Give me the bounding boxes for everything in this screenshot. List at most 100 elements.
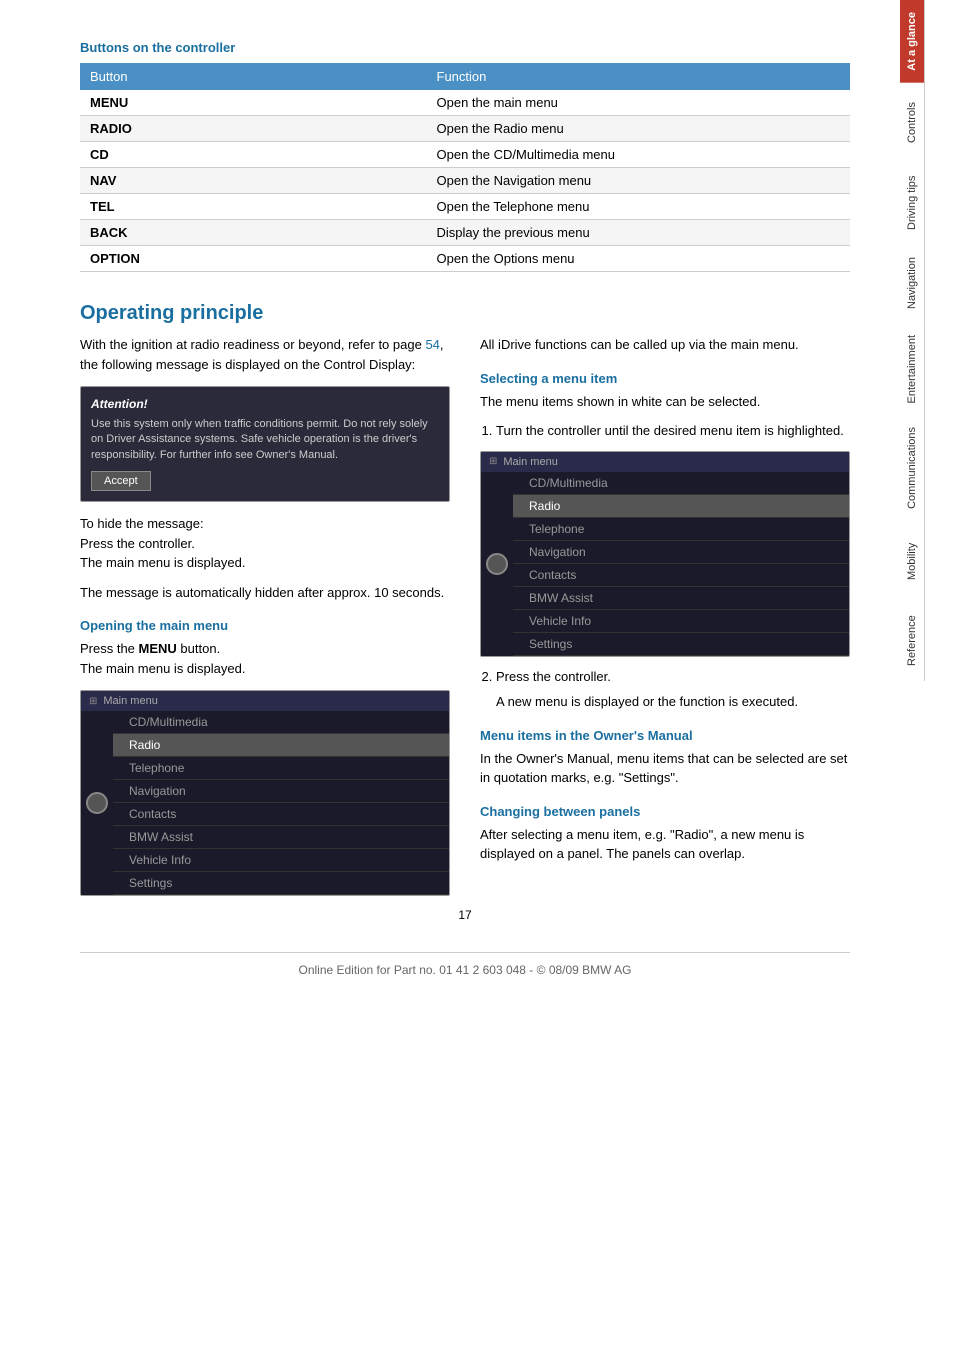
menu-knob-right — [486, 553, 508, 575]
operating-principle-section: Operating principle With the ignition at… — [80, 302, 850, 908]
table-row: BACKDisplay the previous menu — [80, 220, 850, 246]
sidebar-tab-driving-tips[interactable]: Driving tips — [900, 163, 925, 243]
accept-button: Accept — [91, 471, 151, 491]
button-cell: BACK — [80, 220, 427, 246]
table-row: RADIOOpen the Radio menu — [80, 116, 850, 142]
col2-header: Function — [427, 63, 851, 90]
button-cell: NAV — [80, 168, 427, 194]
selecting-steps: Turn the controller until the desired me… — [496, 421, 850, 441]
two-col-layout: With the ignition at radio readiness or … — [80, 335, 850, 908]
menu-item: Contacts — [113, 803, 449, 826]
attention-header: Attention! — [91, 397, 439, 411]
menu-item: Settings — [513, 633, 849, 656]
menu-item: Radio — [113, 734, 449, 757]
menu-bold: MENU — [139, 641, 177, 656]
function-cell: Open the Telephone menu — [427, 194, 851, 220]
attention-text: Use this system only when traffic condit… — [91, 417, 439, 463]
button-cell: OPTION — [80, 246, 427, 272]
sidebar-tab-communications[interactable]: Communications — [900, 415, 925, 521]
sidebar-tab-entertainment[interactable]: Entertainment — [900, 323, 925, 415]
menu-item: Settings — [113, 872, 449, 895]
all-functions-text: All iDrive functions can be called up vi… — [480, 335, 850, 355]
sidebar-tab-navigation[interactable]: Navigation — [900, 243, 925, 323]
hide-message-text: To hide the message:Press the controller… — [80, 514, 450, 573]
function-cell: Display the previous menu — [427, 220, 851, 246]
attention-screenshot: Attention! Use this system only when tra… — [80, 386, 450, 502]
button-cell: TEL — [80, 194, 427, 220]
step-1: Turn the controller until the desired me… — [496, 421, 850, 441]
menu-header: ⊞ Main menu — [81, 691, 449, 711]
sidebar-tab-controls[interactable]: Controls — [900, 83, 925, 163]
menu-icon: ⊞ — [89, 696, 97, 707]
selecting-menu-item-text: The menu items shown in white can be sel… — [480, 392, 850, 412]
buttons-table: Button Function MENUOpen the main menuRA… — [80, 63, 850, 272]
page-container: Buttons on the controller Button Functio… — [0, 0, 960, 1358]
intro-paragraph: With the ignition at radio readiness or … — [80, 335, 450, 374]
main-menu-screenshot-left: ⊞ Main menu CD/MultimediaRadioTelephoneN… — [80, 690, 450, 896]
page-footer: Online Edition for Part no. 01 41 2 603 … — [80, 952, 850, 977]
menu-displayed-text: The main menu is displayed. — [80, 661, 245, 676]
menu-item: Telephone — [113, 757, 449, 780]
menu-header-label: Main menu — [103, 695, 157, 707]
changing-panels-text: After selecting a menu item, e.g. "Radio… — [480, 825, 850, 864]
sidebar-tabs-container: At a glanceControlsDriving tipsNavigatio… — [900, 0, 960, 681]
menu-item: Telephone — [513, 518, 849, 541]
selecting-steps-2: Press the controller. — [496, 667, 850, 687]
menu-item: Vehicle Info — [113, 849, 449, 872]
menu-knob — [86, 792, 108, 814]
function-cell: Open the Navigation menu — [427, 168, 851, 194]
table-header-row: Button Function — [80, 63, 850, 90]
intro-text1: With the ignition at radio readiness or … — [80, 337, 425, 352]
menu-item: CD/Multimedia — [513, 472, 849, 495]
left-column: With the ignition at radio readiness or … — [80, 335, 450, 908]
col1-header: Button — [80, 63, 427, 90]
main-menu-screenshot-right: ⊞ Main menu CD/MultimediaRadioTelephoneN… — [480, 451, 850, 657]
menu-items-right: CD/MultimediaRadioTelephoneNavigationCon… — [513, 472, 849, 656]
menu-item: Contacts — [513, 564, 849, 587]
menu-item: Vehicle Info — [513, 610, 849, 633]
menu-items-left: CD/MultimediaRadioTelephoneNavigationCon… — [113, 711, 449, 895]
menu-layout-right: CD/MultimediaRadioTelephoneNavigationCon… — [481, 472, 849, 656]
page-number: 17 — [80, 908, 850, 922]
menu-items-owners-manual-title: Menu items in the Owner's Manual — [480, 728, 850, 743]
table-row: NAVOpen the Navigation menu — [80, 168, 850, 194]
sidebar-tab-mobility[interactable]: Mobility — [900, 521, 925, 601]
sidebar-tab-at-a-glance[interactable]: At a glance — [900, 0, 925, 83]
function-cell: Open the Options menu — [427, 246, 851, 272]
button-cell: CD — [80, 142, 427, 168]
sidebar-tab-reference[interactable]: Reference — [900, 601, 925, 681]
op-title: Operating principle — [80, 302, 850, 325]
menu-item: BMW Assist — [513, 587, 849, 610]
function-cell: Open the Radio menu — [427, 116, 851, 142]
table-row: TELOpen the Telephone menu — [80, 194, 850, 220]
button-cell: MENU — [80, 90, 427, 116]
main-content: Buttons on the controller Button Functio… — [0, 0, 900, 1358]
selecting-menu-item-title: Selecting a menu item — [480, 371, 850, 386]
step-2: Press the controller. — [496, 667, 850, 687]
auto-hide-text: The message is automatically hidden afte… — [80, 583, 450, 603]
right-sidebar: At a glanceControlsDriving tipsNavigatio… — [900, 0, 960, 1358]
menu-item: CD/Multimedia — [113, 711, 449, 734]
function-cell: Open the main menu — [427, 90, 851, 116]
menu-items-owners-manual-text: In the Owner's Manual, menu items that c… — [480, 749, 850, 788]
step2-result: A new menu is displayed or the function … — [496, 692, 850, 712]
right-column: All iDrive functions can be called up vi… — [480, 335, 850, 908]
menu-knob-area — [81, 711, 113, 895]
button-cell: RADIO — [80, 116, 427, 142]
menu-item: Navigation — [113, 780, 449, 803]
menu-item: BMW Assist — [113, 826, 449, 849]
table-row: MENUOpen the main menu — [80, 90, 850, 116]
buttons-section-title: Buttons on the controller — [80, 40, 850, 55]
press-text: Press the — [80, 641, 139, 656]
menu-header-label-right: Main menu — [503, 456, 557, 468]
opening-main-menu-title: Opening the main menu — [80, 618, 450, 633]
intro-link[interactable]: 54 — [425, 337, 439, 352]
function-cell: Open the CD/Multimedia menu — [427, 142, 851, 168]
menu-item: Navigation — [513, 541, 849, 564]
buttons-section: Buttons on the controller Button Functio… — [80, 40, 850, 272]
menu-item: Radio — [513, 495, 849, 518]
menu-header-right: ⊞ Main menu — [481, 452, 849, 472]
menu-layout: CD/MultimediaRadioTelephoneNavigationCon… — [81, 711, 449, 895]
menu-icon-right: ⊞ — [489, 456, 497, 467]
changing-panels-title: Changing between panels — [480, 804, 850, 819]
